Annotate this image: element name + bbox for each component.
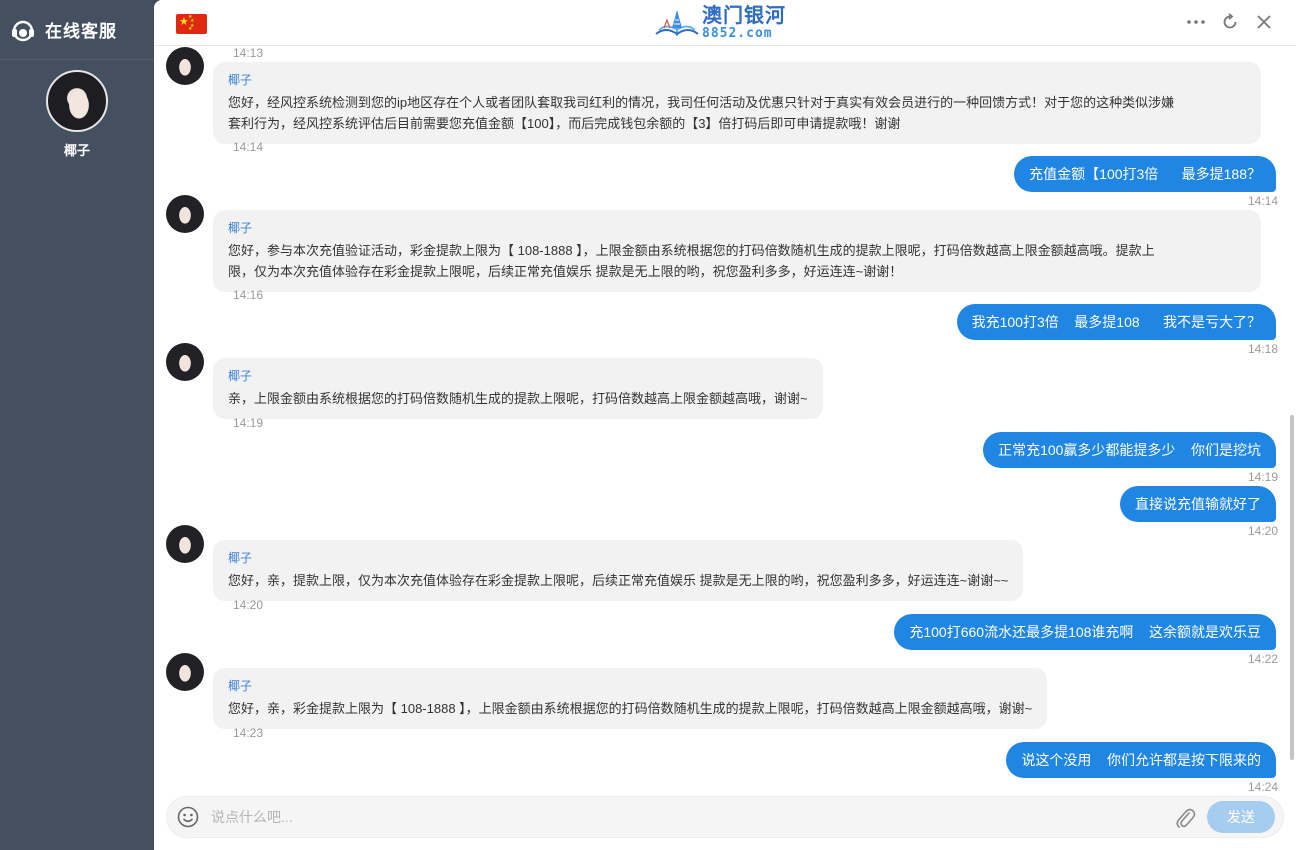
message-text-line: 您好，参与本次充值验证活动，彩金提款上限为【 108-1888 】，上限金额由系… [228, 243, 1155, 258]
agent-avatar-small[interactable] [166, 343, 204, 381]
message-time: 14:20 [233, 598, 264, 612]
message-time: 14:22 [1247, 652, 1278, 666]
message-text-line: 套利行为，经风控系统评估后目前需要您充值金额【100】，而后完成钱包余额的【3】… [228, 116, 901, 131]
outgoing-message: 我充100打3倍 最多提108 我不是亏大了？ [956, 304, 1276, 340]
agent-avatar-small[interactable] [166, 525, 204, 563]
agent-card[interactable]: 椰子 [0, 70, 154, 159]
message-time: 14:16 [233, 288, 264, 302]
headset-icon [12, 20, 34, 41]
message-time: 14:14 [1247, 194, 1278, 208]
refresh-icon[interactable] [1220, 12, 1240, 32]
message-sender: 椰子 [228, 679, 253, 693]
message-text-line: 您好，亲，彩金提款上限为【 108-1888 】，上限金额由系统根据您的打码倍数… [228, 701, 1033, 716]
message-sender: 椰子 [228, 221, 253, 235]
outgoing-message: 充值金额【100打3倍 最多提188？ [1014, 156, 1276, 192]
message-sender: 椰子 [228, 369, 253, 383]
incoming-message: 椰子 您好，亲，提款上限，仅为本次充值体验存在彩金提款上限呢，后续正常充值娱乐 … [213, 540, 1024, 601]
chat-header: ★ ★ ★ ★ ★ 澳门银河 8852.com [154, 0, 1296, 46]
message-input[interactable] [211, 797, 1161, 837]
message-text-line: 亲，上限金额由系统根据您的打码倍数随机生成的提款上限呢，打码倍数越高上限金额越高… [228, 391, 808, 406]
incoming-message: 椰子 亲，上限金额由系统根据您的打码倍数随机生成的提款上限呢，打码倍数越高上限金… [213, 358, 823, 419]
message-list[interactable]: 14:13 椰子 您好，经风控系统检测到您的ip地区存在个人或者团队套取我司红利… [154, 46, 1296, 794]
agent-name: 椰子 [63, 144, 90, 159]
header-actions [1186, 12, 1274, 32]
logo-chinese-text: 澳门银河 [702, 3, 786, 27]
incoming-message: 椰子 您好，参与本次充值验证活动，彩金提款上限为【 108-1888 】，上限金… [213, 210, 1261, 292]
message-time: 14:18 [1247, 342, 1278, 356]
emoji-icon[interactable] [177, 806, 199, 828]
close-icon[interactable] [1254, 12, 1274, 32]
more-icon[interactable] [1186, 12, 1206, 32]
sidebar: 在线客服 椰子 [0, 0, 154, 850]
message-time: 14:24 [1247, 780, 1278, 794]
brand-logo: 澳门银河 8852.com [654, 5, 786, 40]
message-sender: 椰子 [228, 551, 253, 565]
outgoing-message: 充100打660流水还最多提108谁充啊 这余额就是欢乐豆 [894, 614, 1276, 650]
incoming-message: 椰子 您好，亲，彩金提款上限为【 108-1888 】，上限金额由系统根据您的打… [213, 668, 1048, 729]
message-text-line: 您好，经风控系统检测到您的ip地区存在个人或者团队套取我司红利的情况，我司任何活… [228, 95, 1175, 110]
message-text-line: 限，仅为本次充值体验存在彩金提款上限呢，后续正常充值娱乐 提款是无上限的哟，祝您… [228, 264, 903, 279]
message-list-scrollbar[interactable] [1290, 415, 1294, 760]
message-time: 14:20 [1247, 524, 1278, 538]
message-sender: 椰子 [228, 73, 253, 87]
message-time: 14:14 [233, 140, 264, 154]
agent-avatar [46, 70, 108, 132]
outgoing-message: 直接说充值输就好了 [1120, 486, 1276, 522]
agent-avatar-small[interactable] [166, 195, 204, 233]
message-time: 14:19 [233, 416, 264, 430]
logo-domain-text: 8852.com [702, 26, 773, 41]
china-flag-icon[interactable]: ★ ★ ★ ★ ★ [176, 14, 207, 34]
sidebar-title: 在线客服 [45, 22, 117, 42]
sidebar-header: 在线客服 [0, 0, 154, 60]
message-time: 14:19 [1247, 470, 1278, 484]
outgoing-message: 说这个没用 你们允许都是按下限来的 [1006, 742, 1276, 778]
outgoing-message: 正常充100赢多少都能提多少 你们是挖坑 [983, 432, 1276, 468]
open-book-icon [655, 9, 699, 36]
incoming-message: 椰子 您好，经风控系统检测到您的ip地区存在个人或者团队套取我司红利的情况，我司… [213, 62, 1261, 144]
message-time: 14:23 [233, 726, 264, 740]
message-time: 14:13 [233, 46, 264, 60]
paperclip-icon[interactable] [1174, 806, 1196, 830]
composer: 发送 [166, 796, 1284, 838]
chat-panel: ★ ★ ★ ★ ★ 澳门银河 8852.com 14:13 椰子 您好，经风控系… [154, 0, 1296, 850]
agent-avatar-small[interactable] [166, 653, 204, 691]
send-button[interactable]: 发送 [1207, 801, 1275, 833]
message-text-line: 您好，亲，提款上限，仅为本次充值体验存在彩金提款上限呢，后续正常充值娱乐 提款是… [228, 573, 1009, 588]
agent-avatar-small[interactable] [166, 47, 204, 85]
